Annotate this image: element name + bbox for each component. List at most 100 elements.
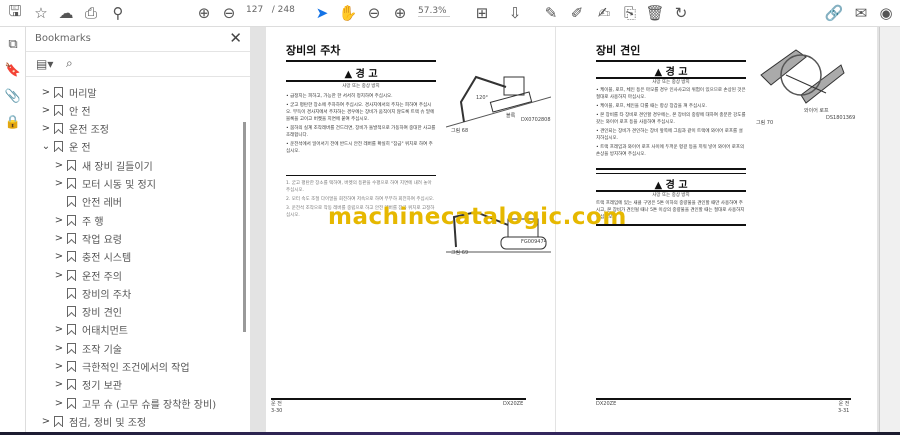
select-cursor-icon[interactable]: ➤ bbox=[312, 4, 332, 22]
angle-label: 120° bbox=[476, 95, 489, 101]
bookmark-item[interactable]: 안전 레버 bbox=[53, 193, 122, 211]
bookmark-icon bbox=[67, 178, 76, 189]
delete-icon[interactable]: 🗑 bbox=[645, 4, 665, 22]
share-link-icon[interactable]: 🔗 bbox=[824, 4, 844, 22]
bookmark-icon bbox=[67, 251, 76, 263]
bookmark-item[interactable]: 장비의 주차 bbox=[53, 284, 131, 302]
current-page[interactable]: 127 bbox=[246, 5, 263, 15]
figure-code: FG009474 bbox=[521, 239, 547, 245]
bookmark-label: 점검, 정비 및 조정 bbox=[69, 417, 147, 429]
zoom-out-icon[interactable]: ⊖ bbox=[364, 4, 384, 22]
document-scrollbar[interactable] bbox=[879, 27, 900, 432]
bookmark-label: 운전 주의 bbox=[82, 271, 122, 283]
total-pages: / 248 bbox=[271, 5, 295, 15]
bookmark-item[interactable]: > 머리말 bbox=[40, 83, 97, 101]
paragraph: • 트랙 프레임과 와이어 로프 사이에 두꺼운 헝겊 등을 끼워 넣어 와이어… bbox=[596, 145, 745, 157]
figure-code: DS1801369 bbox=[826, 115, 856, 121]
security-icon[interactable]: 🔒 bbox=[4, 115, 22, 133]
bookmark-icon bbox=[67, 379, 76, 391]
sign-icon[interactable]: ✍ bbox=[594, 4, 614, 22]
highlight-pen-icon[interactable]: ✐ bbox=[567, 4, 587, 22]
bookmark-item[interactable]: > 안 전 bbox=[40, 101, 91, 119]
find-bookmark-icon[interactable]: ⌕ bbox=[66, 56, 73, 71]
bookmark-item[interactable]: > 작업 요령 bbox=[53, 229, 122, 247]
star-icon[interactable]: ☆ bbox=[31, 4, 51, 22]
stamp-icon[interactable]: ⎘ bbox=[620, 4, 640, 22]
bookmark-item[interactable]: > 충전 시스템 bbox=[53, 248, 131, 266]
chevron-icon[interactable]: ⌄ bbox=[40, 141, 52, 152]
bookmark-label: 새 장비 길들이기 bbox=[82, 161, 153, 173]
email-icon[interactable]: ✉ bbox=[851, 4, 871, 22]
options-menu-icon[interactable]: ▤▾ bbox=[36, 57, 53, 71]
page-thumbnails-icon[interactable]: ⧉ bbox=[4, 37, 22, 55]
chevron-icon[interactable]: > bbox=[40, 87, 52, 98]
bookmark-item[interactable]: > 운전 조정 bbox=[40, 120, 109, 138]
chevron-icon[interactable]: > bbox=[53, 361, 65, 372]
attachments-icon[interactable]: 📎 bbox=[4, 89, 22, 107]
chevron-icon[interactable]: > bbox=[40, 105, 52, 116]
chevron-icon[interactable]: > bbox=[53, 215, 65, 226]
chevron-icon[interactable]: > bbox=[53, 233, 65, 244]
chevron-icon[interactable]: > bbox=[53, 343, 65, 354]
scroll-mode-icon[interactable]: ⇩ bbox=[505, 4, 525, 22]
chevron-icon[interactable]: > bbox=[53, 270, 65, 281]
toolbar: 🖫 ☆ ☁ ⎙ ⚲ ⊕ ⊖ 127 / 248 ➤ ✋ ⊖ ⊕ 57.3% ⊞ … bbox=[0, 0, 900, 27]
bookmark-label: 극한적인 조건에서의 작업 bbox=[82, 363, 190, 374]
save-icon[interactable]: 🖫 bbox=[5, 2, 25, 22]
bookmark-icon bbox=[67, 159, 76, 171]
bookmark-icon bbox=[54, 104, 63, 116]
chevron-icon[interactable]: > bbox=[53, 160, 65, 171]
fit-page-icon[interactable]: ⊞ bbox=[472, 4, 492, 22]
page-down-icon[interactable]: ⊖ bbox=[219, 4, 239, 22]
bookmarks-icon[interactable]: 🔖 bbox=[4, 63, 22, 81]
bookmark-item[interactable]: > 극한적인 조건에서의 작업 bbox=[53, 358, 190, 376]
bookmark-item[interactable]: ⌄ 운 전 bbox=[40, 138, 91, 156]
footer-model: DX20ZE bbox=[596, 401, 617, 407]
page-number-input[interactable]: 127 / 248 bbox=[246, 5, 295, 15]
chevron-icon[interactable]: > bbox=[53, 398, 65, 409]
section-title: 장비 견인 bbox=[596, 44, 641, 57]
bookmark-item[interactable]: > 조작 기술 bbox=[53, 339, 122, 357]
bookmark-item[interactable]: 장비 견인 bbox=[53, 303, 122, 321]
panel-title: Bookmarks bbox=[35, 33, 91, 44]
bookmark-icon bbox=[67, 306, 76, 318]
paragraph: • 케이블, 로프, 체인을 다룰 때는 항상 장갑을 껴 주십시오. bbox=[596, 104, 707, 109]
paragraph: 2. 모터 속도 조절 다이얼을 회전하여 저속으로 하여 무부하 회전하여 주… bbox=[286, 197, 435, 202]
hand-icon[interactable]: ✋ bbox=[338, 4, 358, 22]
bookmark-item[interactable]: > 운전 주의 bbox=[53, 266, 122, 284]
bookmark-label: 장비의 주차 bbox=[82, 289, 132, 301]
bookmark-icon bbox=[54, 415, 63, 427]
zoom-search-icon[interactable]: ⚲ bbox=[108, 4, 128, 22]
paragraph: • 급정지는 피하고, 가능한 한 서서히 정지하여 주십시오. bbox=[286, 94, 393, 99]
zoom-level-input[interactable]: 57.3% bbox=[418, 6, 450, 17]
chevron-icon[interactable]: > bbox=[53, 178, 65, 189]
bookmark-label: 운 전 bbox=[69, 143, 91, 155]
paragraph: • 붐하의 실계 조작레버를 건드리면, 장비가 돌발적으로 가동하여 중대한 … bbox=[286, 126, 436, 138]
cloud-upload-icon[interactable]: ☁ bbox=[56, 4, 76, 22]
chevron-icon[interactable]: > bbox=[40, 416, 52, 427]
paragraph: 1. 굳고 평탄한 장소를 택하여, 버켓의 등판을 수평으로 하여 지면에 내… bbox=[286, 181, 432, 193]
bookmark-item[interactable]: > 어태치먼트 bbox=[53, 321, 128, 339]
chevron-icon[interactable]: > bbox=[40, 123, 52, 134]
rotate-icon[interactable]: ↻ bbox=[671, 4, 691, 22]
warning-subtitle: 사망 또는 중상 방지 bbox=[342, 84, 380, 89]
bookmark-item[interactable]: > 점검, 정비 및 조정 bbox=[40, 412, 146, 430]
bookmark-item[interactable]: > 주 행 bbox=[53, 211, 104, 229]
page-up-icon[interactable]: ⊕ bbox=[194, 4, 214, 22]
bookmark-item[interactable]: > 모터 시동 및 정지 bbox=[53, 175, 156, 193]
warning-subtitle: 사망 또는 중상 방지 bbox=[652, 80, 690, 85]
print-icon[interactable]: ⎙ bbox=[81, 4, 101, 22]
bookmark-item[interactable]: > 정기 보관 bbox=[53, 376, 122, 394]
figure-caption: 그림 70 bbox=[756, 120, 774, 126]
comment-icon[interactable]: ✎ bbox=[541, 4, 561, 22]
chevron-icon[interactable]: > bbox=[53, 379, 65, 390]
bookmark-item[interactable]: > 고무 슈 (고무 슈를 장착한 장비) bbox=[53, 394, 216, 412]
zoom-in-icon[interactable]: ⊕ bbox=[390, 4, 410, 22]
bookmark-item[interactable]: > 새 장비 길들이기 bbox=[53, 156, 153, 174]
chevron-icon[interactable]: > bbox=[53, 251, 65, 262]
warning-heading-2: ▲ 경 고 bbox=[654, 180, 688, 191]
account-icon[interactable]: ◉ bbox=[876, 4, 896, 22]
close-icon[interactable]: ✕ bbox=[229, 29, 242, 47]
bookmarks-scrollbar[interactable] bbox=[243, 122, 246, 332]
chevron-icon[interactable]: > bbox=[53, 324, 65, 335]
